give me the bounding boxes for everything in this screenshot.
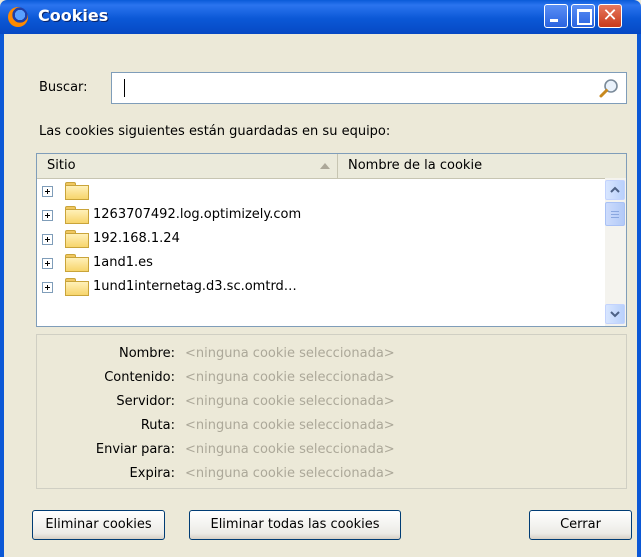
row-site: 192.168.1.24: [93, 231, 180, 246]
table-row[interactable]: 192.168.1.24: [37, 227, 605, 251]
vertical-scrollbar[interactable]: [605, 178, 626, 326]
expand-icon[interactable]: [42, 282, 53, 293]
window-frame-right: [637, 34, 641, 557]
detail-value: <ninguna cookie seleccionada>: [185, 466, 395, 481]
cookie-tree[interactable]: Sitio Nombre de la cookie 1263707492.log…: [36, 153, 627, 327]
maximize-icon: [577, 9, 592, 25]
detail-value: <ninguna cookie seleccionada>: [185, 442, 395, 457]
close-button[interactable]: Cerrar: [529, 510, 632, 540]
magnifier-icon[interactable]: [598, 77, 620, 99]
scroll-down-button[interactable]: [605, 304, 625, 324]
window-title: Cookies: [38, 6, 109, 25]
expand-icon[interactable]: [42, 210, 53, 221]
column-header-site[interactable]: Sitio: [37, 154, 338, 178]
remove-all-cookies-button[interactable]: Eliminar todas las cookies: [189, 510, 401, 540]
table-row[interactable]: [37, 179, 605, 203]
minimize-button[interactable]: [544, 4, 568, 28]
cookie-details-panel: Nombre: <ninguna cookie seleccionada> Co…: [36, 334, 627, 489]
text-caret: [124, 79, 125, 97]
folder-icon: [65, 254, 89, 272]
detail-row-name: Nombre: <ninguna cookie seleccionada>: [37, 343, 626, 365]
detail-value: <ninguna cookie seleccionada>: [185, 418, 395, 433]
table-row[interactable]: 1und1internetag.d3.sc.omtrd…: [37, 275, 605, 299]
chevron-down-icon: [610, 311, 620, 318]
firefox-icon: [8, 7, 28, 27]
detail-label: Nombre:: [118, 346, 175, 361]
folder-icon: [65, 206, 89, 224]
column-label-site: Sitio: [47, 158, 76, 173]
detail-label: Servidor:: [116, 394, 175, 409]
folder-icon: [65, 182, 89, 200]
search-input[interactable]: [111, 72, 627, 104]
detail-row-expires: Expira: <ninguna cookie seleccionada>: [37, 463, 626, 485]
window-frame-left: [0, 34, 4, 557]
detail-row-server: Servidor: <ninguna cookie seleccionada>: [37, 391, 626, 413]
detail-row-content: Contenido: <ninguna cookie seleccionada>: [37, 367, 626, 389]
close-window-button[interactable]: ✕: [598, 4, 622, 28]
close-icon: ✕: [602, 5, 618, 26]
expand-icon[interactable]: [42, 258, 53, 269]
folder-icon: [65, 230, 89, 248]
tree-header: Sitio Nombre de la cookie: [37, 154, 626, 179]
detail-row-send-for: Enviar para: <ninguna cookie seleccionad…: [37, 439, 626, 461]
row-site: 1and1.es: [93, 255, 153, 270]
table-row[interactable]: 1and1.es: [37, 251, 605, 275]
sort-ascending-icon: [320, 163, 330, 169]
scroll-thumb[interactable]: [605, 202, 625, 226]
expand-icon[interactable]: [42, 234, 53, 245]
detail-label: Ruta:: [140, 418, 175, 433]
title-bar[interactable]: Cookies ✕: [0, 0, 641, 34]
maximize-button[interactable]: [571, 4, 595, 28]
detail-value: <ninguna cookie seleccionada>: [185, 370, 395, 385]
detail-row-path: Ruta: <ninguna cookie seleccionada>: [37, 415, 626, 437]
remove-cookie-button[interactable]: Eliminar cookies: [32, 510, 165, 540]
search-label: Buscar:: [39, 80, 88, 95]
chevron-up-icon: [610, 186, 620, 193]
expand-icon[interactable]: [42, 186, 53, 197]
detail-value: <ninguna cookie seleccionada>: [185, 346, 395, 361]
row-site: 1263707492.log.optimizely.com: [93, 207, 302, 222]
column-label-cookie-name: Nombre de la cookie: [348, 158, 483, 173]
column-header-cookie-name[interactable]: Nombre de la cookie: [338, 154, 605, 178]
minimize-icon: [550, 19, 558, 22]
detail-label: Enviar para:: [95, 442, 175, 457]
table-row[interactable]: 1263707492.log.optimizely.com: [37, 203, 605, 227]
scroll-up-button[interactable]: [605, 180, 625, 200]
detail-label: Contenido:: [104, 370, 175, 385]
detail-value: <ninguna cookie seleccionada>: [185, 394, 395, 409]
folder-icon: [65, 278, 89, 296]
row-site: 1und1internetag.d3.sc.omtrd…: [93, 279, 297, 294]
info-text: Las cookies siguientes están guardadas e…: [39, 124, 391, 139]
detail-label: Expira:: [129, 466, 175, 481]
